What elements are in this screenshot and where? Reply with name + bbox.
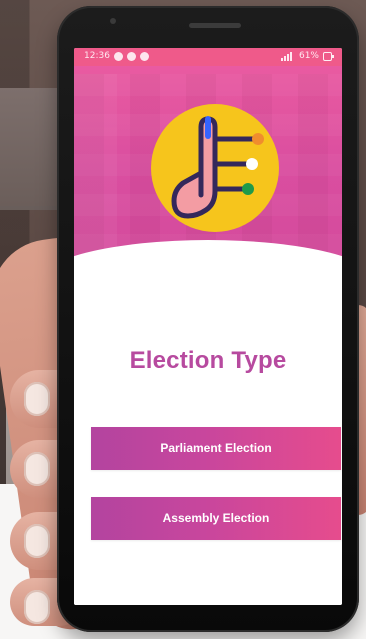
signal-icon: [280, 51, 292, 61]
fingernail-2: [24, 452, 50, 486]
front-camera: [110, 18, 116, 24]
phone-device: 12:36 61% Election Type Parliament Elect…: [57, 6, 359, 632]
status-bar: 12:36 61%: [74, 48, 342, 66]
phone-screen: 12:36 61% Election Type Parliament Elect…: [74, 48, 342, 605]
assembly-election-label: Assembly Election: [162, 511, 270, 525]
status-time: 12:36: [84, 51, 110, 61]
battery-icon: [323, 51, 334, 61]
notification-icon-2: [126, 51, 136, 61]
status-left: 12:36: [84, 51, 149, 61]
parliament-election-button[interactable]: Parliament Election: [91, 427, 341, 470]
battery-percentage: 61%: [298, 51, 319, 61]
background-scene: 12:36 61% Election Type Parliament Elect…: [0, 0, 366, 639]
fingernail-3: [24, 524, 50, 558]
status-right: 61%: [280, 51, 334, 61]
background-window: [0, 88, 62, 210]
header-curve: [74, 240, 342, 296]
bottom-space: [74, 569, 342, 605]
page-title: Election Type: [129, 347, 287, 374]
fingernail-4: [24, 590, 50, 624]
speaker-grille: [189, 23, 241, 28]
assembly-election-button[interactable]: Assembly Election: [91, 497, 341, 540]
app-header: 12:36 61%: [74, 48, 342, 296]
election-ink-finger-logo: [151, 104, 279, 232]
notification-icon-3: [139, 51, 149, 61]
parliament-election-label: Parliament Election: [160, 441, 272, 455]
fingernail-1: [24, 382, 50, 416]
notification-icon-1: [113, 51, 123, 61]
